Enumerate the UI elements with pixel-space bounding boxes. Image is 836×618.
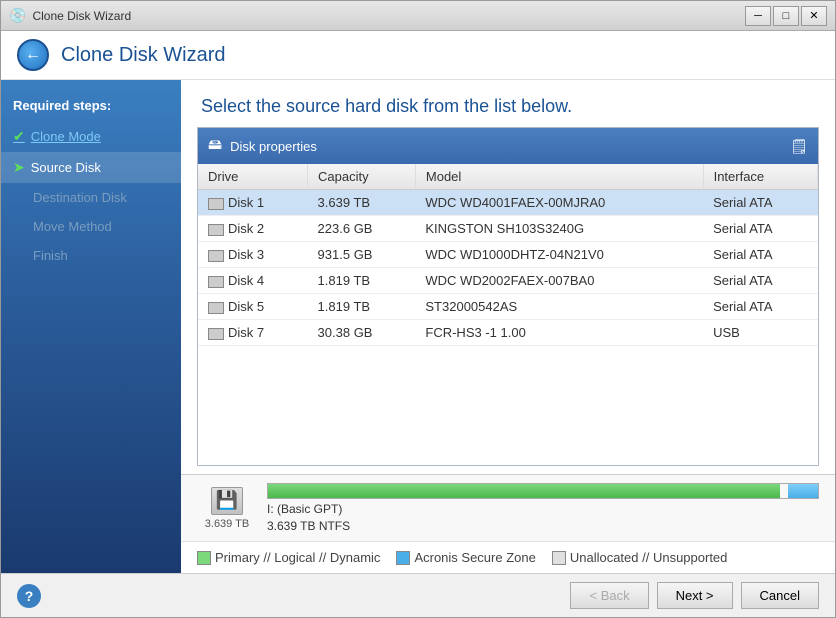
arrow-icon: ➤ (13, 159, 25, 176)
disk-bar-fill (268, 484, 780, 498)
cell-model: WDC WD2002FAEX-007BA0 (415, 268, 703, 294)
disk-bar (267, 483, 819, 499)
legend-unalloc: Unallocated // Unsupported (552, 550, 728, 565)
panel-menu-icon[interactable]: 🗒 (790, 138, 808, 155)
sidebar-item-label: Move Method (33, 219, 112, 234)
sidebar-item-label: Destination Disk (33, 190, 127, 205)
cell-interface: Serial ATA (703, 190, 817, 216)
disk-panel-header-left: 🖴 Disk properties (208, 134, 317, 158)
cell-model: WDC WD4001FAEX-00MJRA0 (415, 190, 703, 216)
titlebar-buttons: ─ □ ✕ (745, 6, 827, 26)
sidebar-item-destination-disk: Destination Disk (1, 183, 181, 212)
col-drive: Drive (198, 164, 308, 190)
cell-drive: Disk 2 (198, 216, 308, 242)
app-icon: 💿 (9, 7, 26, 24)
cell-model: KINGSTON SH103S3240G (415, 216, 703, 242)
content-header: Select the source hard disk from the lis… (181, 80, 835, 127)
cell-interface: Serial ATA (703, 216, 817, 242)
sidebar-item-label: Source Disk (31, 160, 101, 175)
app-header: ← Clone Disk Wizard (1, 31, 835, 80)
cell-interface: USB (703, 320, 817, 346)
table-row[interactable]: Disk 4 1.819 TB WDC WD2002FAEX-007BA0 Se… (198, 268, 818, 294)
next-button[interactable]: Next > (657, 582, 733, 609)
sidebar-item-finish: Finish (1, 241, 181, 270)
cell-model: WDC WD1000DHTZ-04N21V0 (415, 242, 703, 268)
cell-drive: Disk 3 (198, 242, 308, 268)
cell-interface: Serial ATA (703, 242, 817, 268)
disk-info-label: I: (Basic GPT) (267, 502, 819, 516)
cell-capacity: 223.6 GB (308, 216, 416, 242)
table-header-row: Drive Capacity Model Interface (198, 164, 818, 190)
sidebar-item-label: Clone Mode (31, 129, 101, 144)
legend-box-acronis (396, 551, 410, 565)
disk-thumb-icon: 💾 (211, 487, 243, 515)
cell-drive: Disk 5 (198, 294, 308, 320)
cancel-button[interactable]: Cancel (741, 582, 819, 609)
legend-box-primary (197, 551, 211, 565)
disk-info-sublabel: 3.639 TB NTFS (267, 519, 819, 533)
legend-primary: Primary // Logical // Dynamic (197, 550, 380, 565)
titlebar-title: Clone Disk Wizard (32, 9, 131, 23)
footer-left: ? (17, 584, 41, 608)
minimize-button[interactable]: ─ (745, 6, 771, 26)
cell-capacity: 1.819 TB (308, 294, 416, 320)
disk-panel-header: 🖴 Disk properties 🗒 (198, 128, 818, 164)
cell-drive: Disk 1 (198, 190, 308, 216)
col-capacity: Capacity (308, 164, 416, 190)
table-row[interactable]: Disk 5 1.819 TB ST32000542AS Serial ATA (198, 294, 818, 320)
disk-bar-end (788, 484, 818, 498)
sidebar-item-source-disk[interactable]: ➤ Source Disk (1, 152, 181, 183)
disk-table: Drive Capacity Model Interface Disk 1 3.… (198, 164, 818, 346)
content-area: Select the source hard disk from the lis… (181, 80, 835, 573)
checkmark-icon: ✔ (13, 128, 25, 145)
back-button[interactable]: < Back (570, 582, 648, 609)
sidebar-header: Required steps: (1, 90, 181, 121)
titlebar: 💿 Clone Disk Wizard ─ □ ✕ (1, 1, 835, 31)
disk-thumbnail: 💾 3.639 TB (197, 487, 257, 530)
cell-interface: Serial ATA (703, 268, 817, 294)
cell-capacity: 1.819 TB (308, 268, 416, 294)
disk-size-label: 3.639 TB (205, 518, 249, 530)
sidebar: Required steps: ✔ Clone Mode ➤ Source Di… (1, 80, 181, 573)
back-nav-button[interactable]: ← (17, 39, 49, 71)
disk-panel: 🖴 Disk properties 🗒 Drive Capacity Model… (197, 127, 819, 466)
col-interface: Interface (703, 164, 817, 190)
cell-model: ST32000542AS (415, 294, 703, 320)
table-row[interactable]: Disk 3 931.5 GB WDC WD1000DHTZ-04N21V0 S… (198, 242, 818, 268)
table-row[interactable]: Disk 1 3.639 TB WDC WD4001FAEX-00MJRA0 S… (198, 190, 818, 216)
disk-bar-container: I: (Basic GPT) 3.639 TB NTFS (267, 483, 819, 533)
cell-drive: Disk 7 (198, 320, 308, 346)
disk-bottom: 💾 3.639 TB I: (Basic GPT) 3.639 TB NTFS (181, 474, 835, 541)
sidebar-item-clone-mode[interactable]: ✔ Clone Mode (1, 121, 181, 152)
cell-model: FCR-HS3 -1 1.00 (415, 320, 703, 346)
table-row[interactable]: Disk 7 30.38 GB FCR-HS3 -1 1.00 USB (198, 320, 818, 346)
maximize-button[interactable]: □ (773, 6, 799, 26)
hdd-icon: 🖴 (208, 134, 222, 158)
help-button[interactable]: ? (17, 584, 41, 608)
cell-capacity: 30.38 GB (308, 320, 416, 346)
cell-capacity: 3.639 TB (308, 190, 416, 216)
disk-table-wrapper: Drive Capacity Model Interface Disk 1 3.… (198, 164, 818, 465)
panel-title: Disk properties (230, 139, 317, 154)
table-row[interactable]: Disk 2 223.6 GB KINGSTON SH103S3240G Ser… (198, 216, 818, 242)
app-title: Clone Disk Wizard (61, 44, 225, 67)
legend-label-acronis: Acronis Secure Zone (414, 550, 535, 565)
legend-label-primary: Primary // Logical // Dynamic (215, 550, 380, 565)
sidebar-item-move-method: Move Method (1, 212, 181, 241)
legend: Primary // Logical // Dynamic Acronis Se… (181, 541, 835, 573)
main-wrapper: Required steps: ✔ Clone Mode ➤ Source Di… (1, 80, 835, 573)
col-model: Model (415, 164, 703, 190)
legend-acronis: Acronis Secure Zone (396, 550, 535, 565)
sidebar-item-label: Finish (33, 248, 68, 263)
hdd-small-icon: 💾 (216, 490, 238, 511)
titlebar-left: 💿 Clone Disk Wizard (9, 7, 131, 24)
cell-capacity: 931.5 GB (308, 242, 416, 268)
cell-interface: Serial ATA (703, 294, 817, 320)
close-button[interactable]: ✕ (801, 6, 827, 26)
legend-label-unalloc: Unallocated // Unsupported (570, 550, 728, 565)
legend-box-unalloc (552, 551, 566, 565)
footer-right: < Back Next > Cancel (570, 582, 819, 609)
cell-drive: Disk 4 (198, 268, 308, 294)
footer: ? < Back Next > Cancel (1, 573, 835, 617)
